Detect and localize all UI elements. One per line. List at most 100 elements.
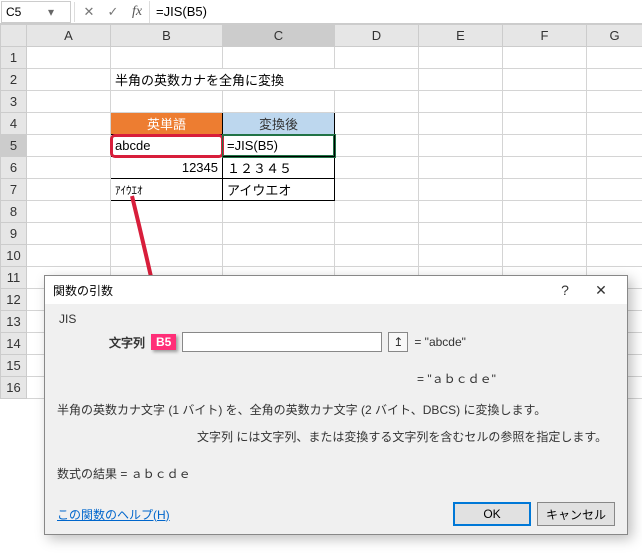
cell[interactable]	[27, 135, 111, 157]
cell[interactable]	[587, 91, 642, 113]
row-header[interactable]: 6	[1, 157, 27, 179]
cell[interactable]	[111, 245, 223, 267]
header-converted[interactable]: 変換後	[223, 113, 335, 135]
cell[interactable]	[503, 113, 587, 135]
cell[interactable]	[27, 245, 111, 267]
cell[interactable]	[587, 47, 642, 69]
row-header[interactable]: 16	[1, 377, 27, 399]
cell[interactable]	[587, 179, 642, 201]
cell[interactable]	[587, 223, 642, 245]
argument-input[interactable]	[182, 332, 382, 352]
row-header[interactable]: 3	[1, 91, 27, 113]
cell[interactable]	[419, 157, 503, 179]
help-link[interactable]: この関数のヘルプ(H)	[57, 506, 170, 523]
cell-c6[interactable]: １２３４５	[223, 157, 335, 179]
row-header[interactable]: 7	[1, 179, 27, 201]
row-header[interactable]: 10	[1, 245, 27, 267]
cell[interactable]	[335, 91, 419, 113]
row-header[interactable]: 1	[1, 47, 27, 69]
cell[interactable]	[419, 245, 503, 267]
cell[interactable]	[335, 201, 419, 223]
cell[interactable]	[335, 245, 419, 267]
row-header[interactable]: 9	[1, 223, 27, 245]
cell-b7[interactable]: ｱｲｳｴｵ	[111, 179, 223, 201]
cell[interactable]	[335, 47, 419, 69]
row-header[interactable]: 11	[1, 267, 27, 289]
close-icon[interactable]: ✕	[583, 278, 619, 302]
cell[interactable]	[111, 47, 223, 69]
row-header[interactable]: 5	[1, 135, 27, 157]
cell[interactable]	[111, 223, 223, 245]
cell-c5[interactable]: =JIS(B5)	[223, 135, 335, 157]
cell[interactable]	[503, 245, 587, 267]
cell[interactable]	[111, 91, 223, 113]
row-header[interactable]: 14	[1, 333, 27, 355]
dialog-titlebar[interactable]: 関数の引数 ? ✕	[45, 276, 627, 304]
cell[interactable]	[223, 245, 335, 267]
cell[interactable]	[587, 157, 642, 179]
confirm-icon[interactable]: ✓	[101, 1, 125, 23]
cell[interactable]	[587, 245, 642, 267]
cell[interactable]	[503, 135, 587, 157]
row-header[interactable]: 15	[1, 355, 27, 377]
header-english[interactable]: 英単語	[111, 113, 223, 135]
col-header-g[interactable]: G	[587, 25, 642, 47]
cell[interactable]	[419, 47, 503, 69]
cell[interactable]	[335, 113, 419, 135]
cancel-button[interactable]: キャンセル	[537, 502, 615, 526]
cell-b5[interactable]: abcde	[111, 135, 223, 157]
name-box[interactable]: C5 ▾	[1, 1, 71, 23]
row-header[interactable]: 2	[1, 69, 27, 91]
col-header-d[interactable]: D	[335, 25, 419, 47]
cell[interactable]	[503, 179, 587, 201]
range-picker-icon[interactable]: ↥	[388, 332, 408, 352]
cell[interactable]	[419, 69, 503, 91]
help-button[interactable]: ?	[547, 278, 583, 302]
cell[interactable]	[587, 113, 642, 135]
cell[interactable]	[419, 201, 503, 223]
cell[interactable]	[419, 223, 503, 245]
cell[interactable]	[587, 69, 642, 91]
col-header-a[interactable]: A	[27, 25, 111, 47]
cell[interactable]	[503, 47, 587, 69]
cell[interactable]	[27, 157, 111, 179]
cell[interactable]	[503, 69, 587, 91]
row-header[interactable]: 13	[1, 311, 27, 333]
ok-button[interactable]: OK	[453, 502, 531, 526]
row-header[interactable]: 4	[1, 113, 27, 135]
cell-b6[interactable]: 12345	[111, 157, 223, 179]
cell[interactable]	[111, 201, 223, 223]
cell[interactable]	[27, 69, 111, 91]
formula-input[interactable]: =JIS(B5)	[149, 1, 642, 23]
cell[interactable]	[503, 223, 587, 245]
cell[interactable]	[335, 179, 419, 201]
cell[interactable]	[27, 91, 111, 113]
cell[interactable]	[419, 179, 503, 201]
cell[interactable]	[27, 223, 111, 245]
row-header[interactable]: 8	[1, 201, 27, 223]
cell[interactable]	[419, 135, 503, 157]
cell[interactable]	[503, 157, 587, 179]
cell[interactable]	[587, 201, 642, 223]
cell[interactable]	[27, 113, 111, 135]
col-header-e[interactable]: E	[419, 25, 503, 47]
cell[interactable]	[503, 91, 587, 113]
cell[interactable]	[223, 47, 335, 69]
cell[interactable]	[223, 223, 335, 245]
cell[interactable]	[587, 135, 642, 157]
cell[interactable]	[223, 91, 335, 113]
cell[interactable]	[419, 91, 503, 113]
cell[interactable]	[335, 135, 419, 157]
col-header-b[interactable]: B	[111, 25, 223, 47]
col-header-c[interactable]: C	[223, 25, 335, 47]
fx-icon[interactable]: fx	[125, 1, 149, 23]
cell[interactable]	[419, 113, 503, 135]
cancel-icon[interactable]: ✕	[77, 1, 101, 23]
cell[interactable]	[27, 47, 111, 69]
row-header[interactable]: 12	[1, 289, 27, 311]
cell[interactable]	[335, 223, 419, 245]
cell[interactable]	[503, 201, 587, 223]
cell-c7[interactable]: アイウエオ	[223, 179, 335, 201]
cell[interactable]	[27, 179, 111, 201]
select-all[interactable]	[1, 25, 27, 47]
